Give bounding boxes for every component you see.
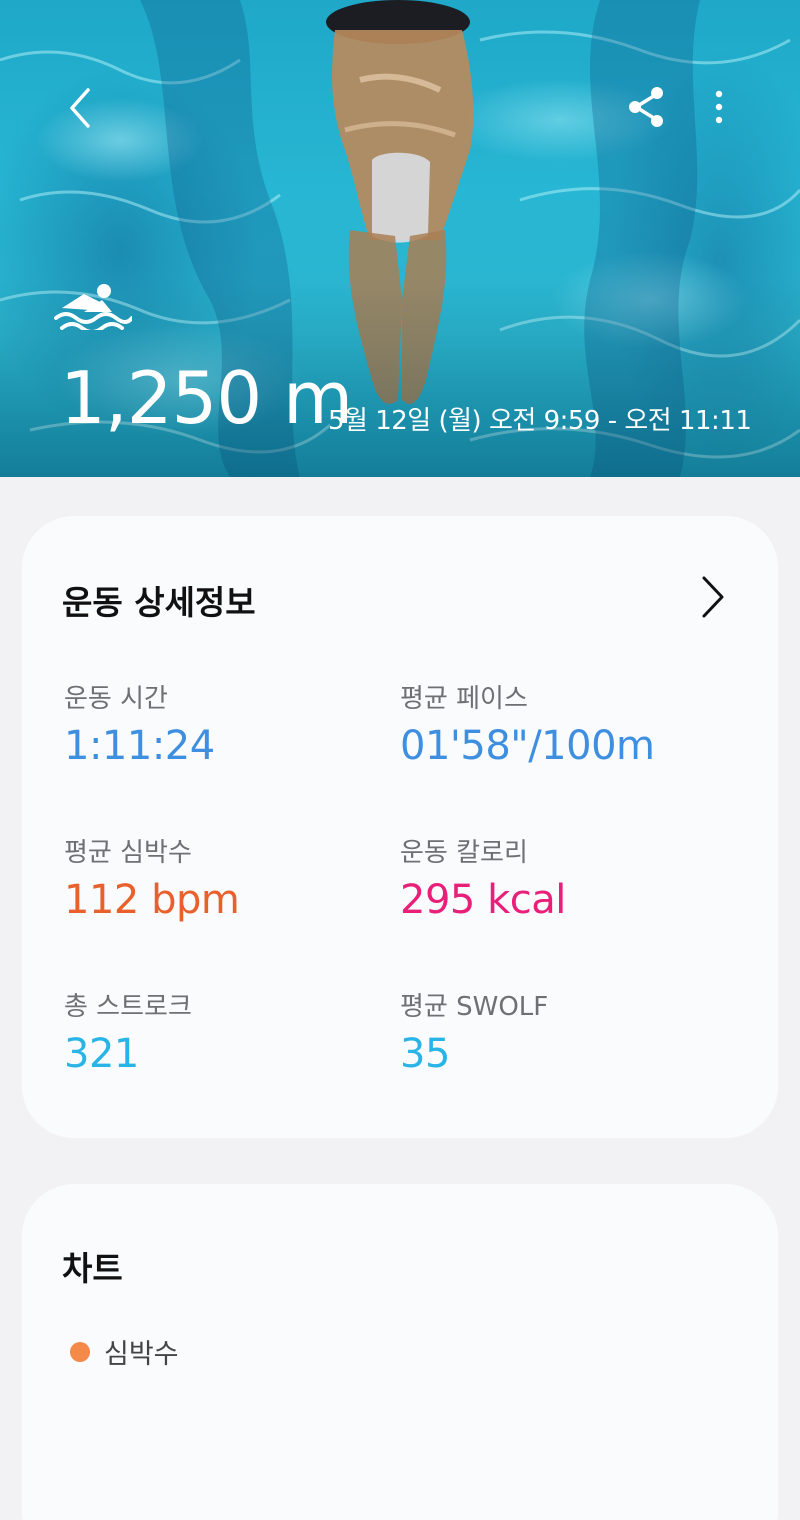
legend-label-heart-rate: 심박수: [104, 1339, 179, 1370]
back-arrow-icon: [70, 88, 90, 128]
stat-label: 운동 칼로리: [400, 838, 528, 868]
workout-details-link[interactable]: [694, 572, 730, 622]
stat-value: 01'58"/100m: [400, 723, 655, 769]
stat-value: 35: [400, 1031, 450, 1077]
stat-label: 평균 페이스: [400, 684, 528, 714]
total-distance: 1,250 m: [60, 356, 353, 440]
more-vertical-icon: [715, 90, 723, 124]
back-button[interactable]: [58, 84, 102, 132]
stat-average-swolf: 평균 SWOLF 35: [400, 986, 730, 1077]
chart-card: 차트 심박수: [22, 1184, 778, 1520]
workout-details-title: 운동 상세정보: [62, 583, 256, 622]
stat-label: 평균 심박수: [64, 838, 192, 868]
hero-banner: 1,250 m 5월 12일 (월) 오전 9:59 - 오전 11:11: [0, 0, 800, 477]
share-icon: [629, 87, 663, 127]
chevron-right-icon: [702, 576, 724, 618]
more-options-button[interactable]: [705, 86, 733, 128]
stat-value: 321: [64, 1031, 139, 1077]
swimming-icon: [54, 282, 134, 334]
workout-details-card[interactable]: 운동 상세정보 운동 시간 1:11:24 평균 페이스 01'58"/100m…: [22, 516, 778, 1138]
stat-average-pace: 평균 페이스 01'58"/100m: [400, 678, 730, 769]
share-button[interactable]: [624, 84, 670, 130]
legend-dot: [70, 1341, 90, 1362]
stat-workout-time: 운동 시간 1:11:24: [64, 678, 394, 769]
stat-value: 112 bpm: [64, 877, 240, 923]
stat-value: 295 kcal: [400, 877, 566, 923]
stat-value: 1:11:24: [64, 723, 215, 769]
stat-label: 총 스트로크: [64, 992, 192, 1022]
stat-total-strokes: 총 스트로크 321: [64, 986, 394, 1077]
workout-time-range: 5월 12일 (월) 오전 9:59 - 오전 11:11: [328, 406, 752, 436]
stat-label: 운동 시간: [64, 684, 168, 714]
stat-calories: 운동 칼로리 295 kcal: [400, 832, 730, 923]
chart-legend[interactable]: 심박수: [70, 1332, 179, 1371]
stat-average-heart-rate: 평균 심박수 112 bpm: [64, 832, 394, 923]
chart-title: 차트: [62, 1249, 123, 1288]
stat-label: 평균 SWOLF: [400, 992, 549, 1022]
